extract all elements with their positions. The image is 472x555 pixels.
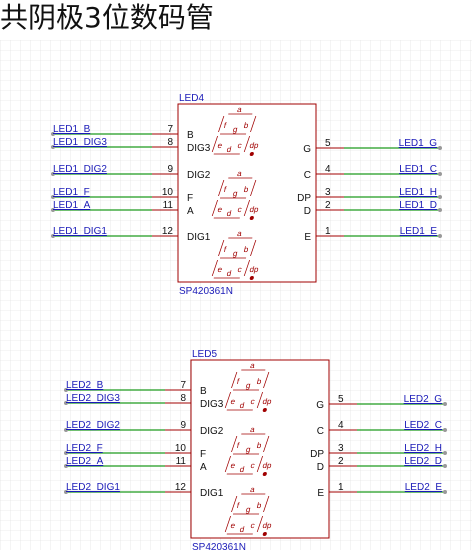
- segment-dp: [262, 532, 267, 537]
- wire-endpoint[interactable]: [443, 490, 447, 494]
- pin-number: 7: [167, 124, 173, 135]
- pin-number: 2: [338, 456, 344, 467]
- pin-name: G: [316, 400, 324, 411]
- pin-number: 9: [180, 420, 186, 431]
- pin-number: 4: [338, 420, 344, 431]
- component-part-number: SP420361N: [179, 286, 233, 297]
- segment-dp: [249, 276, 254, 281]
- net-label[interactable]: LED2_DIG2: [66, 420, 120, 431]
- pin-number: 8: [180, 393, 186, 404]
- net-label[interactable]: LED2_F: [66, 443, 103, 454]
- net-label[interactable]: LED1_DIG2: [53, 164, 107, 175]
- pin-number: 11: [163, 200, 174, 211]
- pin-number: 12: [162, 226, 174, 237]
- net-label[interactable]: LED2_D: [404, 456, 442, 467]
- pin-name: B: [200, 386, 207, 397]
- pin-number: 1: [338, 482, 344, 493]
- pin-name: DIG2: [200, 426, 224, 437]
- pin-number: 3: [338, 443, 344, 454]
- wire-endpoint[interactable]: [438, 208, 442, 212]
- pin-name: D: [317, 462, 324, 473]
- pin-number: 4: [325, 164, 331, 175]
- schematic: LED4 SP420361N 7 B LED1_B 8 DIG3 LED1_DIG3 9 DIG2…: [0, 40, 472, 553]
- net-label[interactable]: LED1_DIG3: [53, 137, 107, 148]
- net-label[interactable]: LED1_B: [53, 124, 91, 135]
- pin-name: C: [304, 170, 311, 181]
- pin-name: DIG1: [200, 488, 224, 499]
- net-label[interactable]: LED1_H: [399, 187, 437, 198]
- pin-name: E: [304, 232, 311, 243]
- pin-number: 2: [325, 200, 331, 211]
- pin-name: F: [187, 193, 193, 204]
- pin-name: C: [317, 426, 324, 437]
- pin-number: 9: [167, 164, 173, 175]
- net-label[interactable]: LED1_G: [399, 138, 438, 149]
- pin-number: 12: [175, 482, 187, 493]
- net-label[interactable]: LED2_G: [404, 394, 443, 405]
- pin-name: A: [187, 206, 194, 217]
- net-label[interactable]: LED1_DIG1: [53, 226, 107, 237]
- pin-name: G: [303, 144, 311, 155]
- pin-name: DIG3: [187, 143, 211, 154]
- wire-endpoint[interactable]: [443, 402, 447, 406]
- pin-name: D: [304, 206, 311, 217]
- wire-endpoint[interactable]: [438, 146, 442, 150]
- net-label[interactable]: LED2_B: [66, 380, 104, 391]
- net-label[interactable]: LED2_H: [404, 443, 442, 454]
- wire-endpoint[interactable]: [443, 428, 447, 432]
- pin-name: DIG3: [200, 399, 224, 410]
- segment-dp: [249, 152, 254, 157]
- pin-number: 5: [338, 394, 344, 405]
- component-ref: LED4: [179, 93, 204, 104]
- pin-name: F: [200, 449, 206, 460]
- net-label[interactable]: LED1_A: [53, 200, 91, 211]
- pin-number: 1: [325, 226, 331, 237]
- pin-number: 10: [162, 187, 174, 198]
- segment-dp: [262, 408, 267, 413]
- page-title: 共阴极3位数码管: [0, 1, 214, 34]
- pin-name: E: [317, 488, 324, 499]
- segment-dp: [262, 472, 267, 477]
- net-label[interactable]: LED2_DIG3: [66, 393, 120, 404]
- pin-name: DP: [297, 193, 311, 204]
- pin-number: 3: [325, 187, 331, 198]
- wire-endpoint[interactable]: [438, 172, 442, 176]
- component-part-number: SP420361N: [192, 542, 246, 550]
- net-label[interactable]: LED2_E: [405, 482, 443, 493]
- net-label[interactable]: LED1_E: [400, 226, 438, 237]
- net-label[interactable]: LED1_C: [399, 164, 437, 175]
- net-label[interactable]: LED2_C: [404, 420, 442, 431]
- pin-name: DP: [310, 449, 324, 460]
- segment-dp: [249, 216, 254, 221]
- net-label[interactable]: LED2_A: [66, 456, 104, 467]
- pin-number: 11: [176, 456, 187, 467]
- wire-endpoint[interactable]: [438, 234, 442, 238]
- pin-number: 7: [180, 380, 186, 391]
- net-label[interactable]: LED2_DIG1: [66, 482, 120, 493]
- pin-name: B: [187, 130, 194, 141]
- pin-number: 8: [167, 137, 173, 148]
- pin-number: 10: [175, 443, 187, 454]
- net-label[interactable]: LED1_D: [399, 200, 437, 211]
- pin-name: A: [200, 462, 207, 473]
- wire-endpoint[interactable]: [443, 451, 447, 455]
- component-ref: LED5: [192, 349, 217, 360]
- wire-endpoint[interactable]: [443, 464, 447, 468]
- pin-name: DIG1: [187, 232, 211, 243]
- schematic-canvas: LED4 SP420361N 7 B LED1_B 8 DIG3 LED1_DIG3 9 DIG2…: [0, 0, 472, 553]
- net-label[interactable]: LED1_F: [53, 187, 90, 198]
- pin-name: DIG2: [187, 170, 211, 181]
- wire-endpoint[interactable]: [438, 195, 442, 199]
- pin-number: 5: [325, 138, 331, 149]
